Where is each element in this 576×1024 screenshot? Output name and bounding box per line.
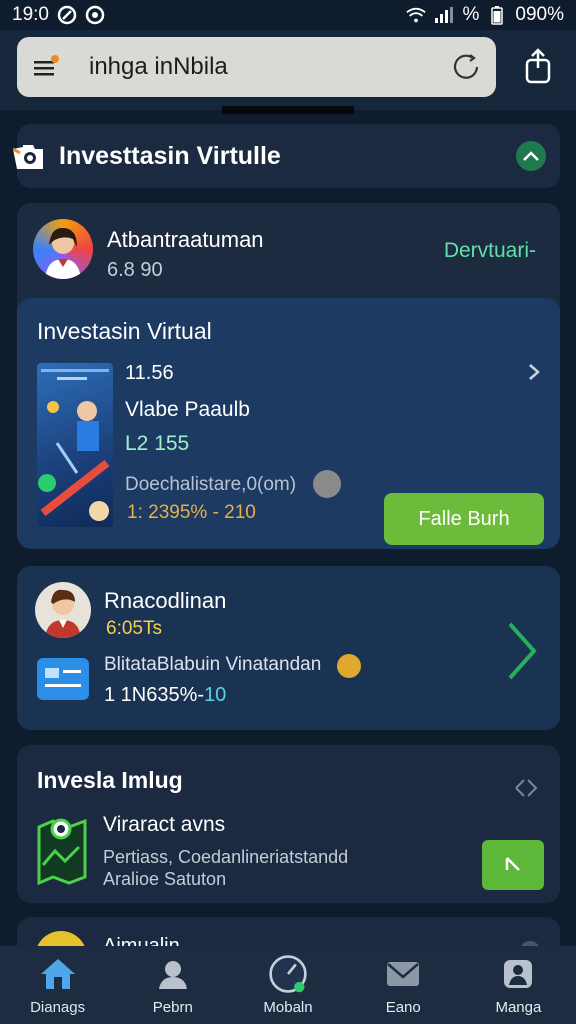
gauge-icon <box>268 954 308 993</box>
share-button[interactable] <box>518 44 558 88</box>
wifi-icon <box>406 5 427 25</box>
menu-icon[interactable] <box>31 52 61 82</box>
clock: 19:0 <box>12 4 49 25</box>
panel-description: Doechalistare,0(om) <box>125 474 297 495</box>
avatar <box>33 219 93 279</box>
profile-card: Atbantraatuman 6.8 90 Dervtuari- Investa… <box>17 203 560 549</box>
profile-icon <box>498 955 538 993</box>
status-indicator-icon[interactable] <box>516 141 546 171</box>
percentage-prefix: 1 1N635%- <box>104 684 205 706</box>
nav-item-home[interactable]: Dianags <box>0 946 115 1024</box>
nav-item-profile[interactable]: Manga <box>461 946 576 1024</box>
share-icon <box>525 48 551 84</box>
investment-thumbnail <box>37 363 113 527</box>
nav-label: Mobaln <box>263 998 313 1016</box>
investment-panel[interactable]: Investasin Virtual 11.56 Vlabe Paaulb L2… <box>17 298 560 549</box>
status-right: % 090% <box>406 4 564 26</box>
card-description-secondary: Aralioe Satuton <box>103 869 227 889</box>
card-title: Invesla Imlug <box>37 767 183 793</box>
nav-item-dashboard[interactable]: Mobaln <box>230 946 345 1024</box>
chevron-right-icon[interactable] <box>526 362 542 382</box>
card-name: Rnacodlinan <box>104 588 227 613</box>
go-button[interactable] <box>482 840 544 890</box>
nav-item-people[interactable]: Pebrn <box>115 946 230 1024</box>
card-subtitle: Viraract avns <box>103 813 226 836</box>
avatar <box>35 582 91 638</box>
refresh-icon[interactable] <box>450 51 482 83</box>
feature-card[interactable]: Invesla Imlug Viraract avns Pertiass, Co… <box>17 745 560 903</box>
panel-rate: 1: 2395% - 210 <box>127 502 256 523</box>
battery-symbol: % <box>462 4 480 25</box>
nav-label: Dianags <box>30 998 86 1016</box>
arrow-icon <box>505 857 520 871</box>
nav-item-mail[interactable]: Eano <box>346 946 461 1024</box>
nav-label: Pebrn <box>152 998 193 1016</box>
user-mini-icon <box>313 470 341 498</box>
card-percentage: 1 1N635%-10 <box>104 684 226 707</box>
status-left: 19:0 <box>12 4 105 26</box>
alarm-icon <box>85 5 105 25</box>
battery-icon <box>487 5 507 25</box>
profile-value: 6.8 90 <box>107 259 163 281</box>
nav-label: Eano <box>385 998 421 1016</box>
id-card-icon <box>37 658 89 700</box>
panel-score: L2 155 <box>125 432 190 455</box>
profile-row[interactable]: Atbantraatuman 6.8 90 Dervtuari- <box>17 203 560 298</box>
chevron-right-icon[interactable] <box>506 620 540 682</box>
battery-level: 090% <box>515 4 564 25</box>
user-icon <box>153 955 193 993</box>
panel-amount: 11.56 <box>125 362 174 384</box>
bottom-navigation: Dianags Pebrn Mobaln Eano Manga <box>0 946 576 1024</box>
investment-card[interactable]: Rnacodlinan 6:05Ts BlitataBlabuin Vinata… <box>17 566 560 730</box>
status-bar: 19:0 % 090% <box>0 0 576 30</box>
search-bar[interactable]: inhga inNbila <box>17 37 496 97</box>
profile-badge[interactable]: Dervtuari- <box>444 239 536 263</box>
section-header-card[interactable]: Investtasin Virtulle <box>12 124 560 188</box>
signal-icon <box>434 5 454 25</box>
nav-label: Manga <box>495 998 542 1016</box>
camera-icon <box>12 141 47 171</box>
swap-arrows-icon[interactable] <box>512 773 542 803</box>
home-icon <box>38 955 78 993</box>
drag-handle <box>222 106 354 114</box>
panel-label: Vlabe Paaulb <box>125 398 250 421</box>
profile-name: Atbantraatuman <box>107 227 264 252</box>
action-button[interactable]: Falle Burh <box>384 493 544 545</box>
card-description: BlitataBlabuin Vinatandan <box>104 654 322 675</box>
coin-icon <box>337 654 361 678</box>
map-icon <box>35 807 89 887</box>
mail-icon <box>383 955 423 993</box>
card-description: Pertiass, Coedanlineriatstandd <box>103 847 349 867</box>
percentage-highlight: 10 <box>204 684 227 706</box>
notification-icon <box>57 5 77 25</box>
panel-title: Investasin Virtual <box>37 318 212 344</box>
card-value: 6:05Ts <box>106 618 162 639</box>
search-input[interactable]: inhga inNbila <box>89 53 450 81</box>
section-title: Investtasin Virtulle <box>59 141 281 170</box>
